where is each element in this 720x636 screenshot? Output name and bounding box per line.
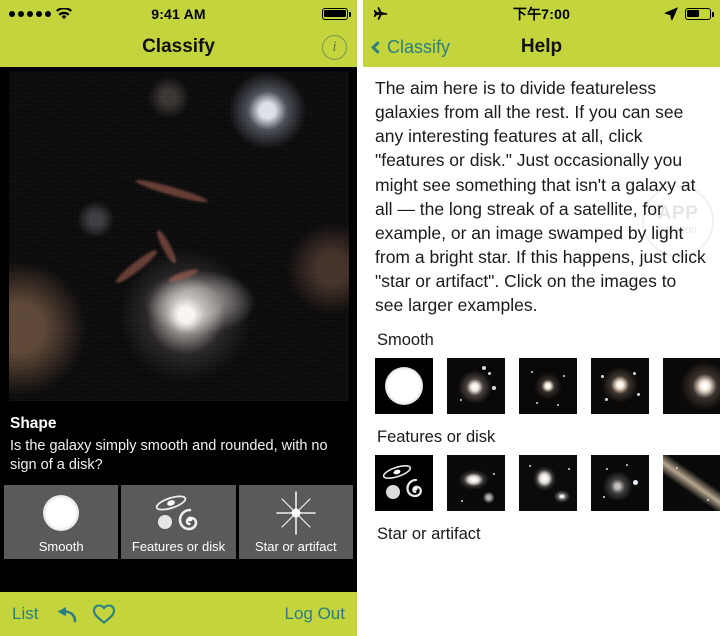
status-bar-right: 下午7:00 <box>363 0 720 27</box>
question-block: Shape Is the galaxy simply smooth and ro… <box>0 405 357 481</box>
answer-label: Star or artifact <box>255 538 337 554</box>
chevron-left-icon <box>371 40 384 54</box>
nav-bar-help: Classify Help <box>363 27 720 67</box>
status-time-left: 9:41 AM <box>151 5 206 22</box>
back-button[interactable]: Classify <box>371 36 451 58</box>
features-example-4[interactable] <box>663 455 720 512</box>
section-title-features-or-disk: Features or disk <box>377 428 496 447</box>
help-screen: 下午7:00 Classify Help The aim here is to … <box>363 0 720 636</box>
help-paragraph: The aim here is to divide featureless ga… <box>375 78 706 316</box>
section-title-star-or-artifact: Star or artifact <box>377 525 481 544</box>
dual-screenshot: 9:41 AM Classify i Shape Is the galaxy s… <box>0 0 720 636</box>
section-title-smooth: Smooth <box>377 331 434 350</box>
thumbnail-row-features <box>375 455 720 512</box>
help-content: The aim here is to divide featureless ga… <box>363 67 720 636</box>
image-noise-overlay <box>8 71 349 401</box>
smooth-example-4[interactable] <box>663 358 720 415</box>
status-right-group-left <box>322 7 352 20</box>
smooth-example-3[interactable] <box>591 358 649 415</box>
bottom-toolbar: List Log Out <box>0 592 357 636</box>
back-button-label: Classify <box>387 36 451 57</box>
features-example-2[interactable] <box>519 455 577 512</box>
smooth-galaxy-icon <box>4 485 118 539</box>
features-example-1[interactable] <box>447 455 505 512</box>
galaxy-subject-image[interactable] <box>0 67 357 405</box>
smooth-example-1[interactable] <box>447 358 505 415</box>
features-disk-glyph <box>382 465 422 500</box>
question-text: Is the galaxy simply smooth and rounded,… <box>10 438 328 473</box>
battery-half-icon <box>685 7 715 20</box>
answer-buttons: Smooth Features or disk Star or artifact <box>0 480 357 559</box>
nav-bar-classify: Classify i <box>0 27 357 67</box>
question-title: Shape <box>10 415 57 432</box>
page-title-classify: Classify <box>142 36 215 57</box>
location-arrow-icon <box>664 7 678 21</box>
undo-arrow-icon[interactable] <box>52 605 78 623</box>
status-bar-left: 9:41 AM <box>0 0 357 27</box>
smooth-example-2[interactable] <box>519 358 577 415</box>
smooth-example-icon[interactable] <box>375 358 433 415</box>
classify-screen: 9:41 AM Classify i Shape Is the galaxy s… <box>0 0 357 636</box>
answer-button-smooth[interactable]: Smooth <box>4 484 119 559</box>
heart-icon[interactable] <box>92 603 116 625</box>
answer-button-features-or-disk[interactable]: Features or disk <box>121 484 236 559</box>
status-right-group-right <box>664 6 715 21</box>
info-circle-icon[interactable]: i <box>322 34 347 60</box>
star-artifact-icon <box>239 485 353 539</box>
answer-button-star-or-artifact[interactable]: Star or artifact <box>238 484 353 559</box>
battery-full-icon <box>322 7 352 20</box>
answer-label: Smooth <box>38 538 84 554</box>
answer-label: Features or disk <box>131 538 226 554</box>
features-example-3[interactable] <box>591 455 649 512</box>
info-glyph: i <box>332 38 337 55</box>
logout-button[interactable]: Log Out <box>285 604 346 624</box>
list-button[interactable]: List <box>12 604 38 624</box>
features-disk-galaxy-icon <box>121 485 235 539</box>
features-example-icon[interactable] <box>375 455 433 512</box>
thumbnail-row-smooth <box>375 358 720 415</box>
